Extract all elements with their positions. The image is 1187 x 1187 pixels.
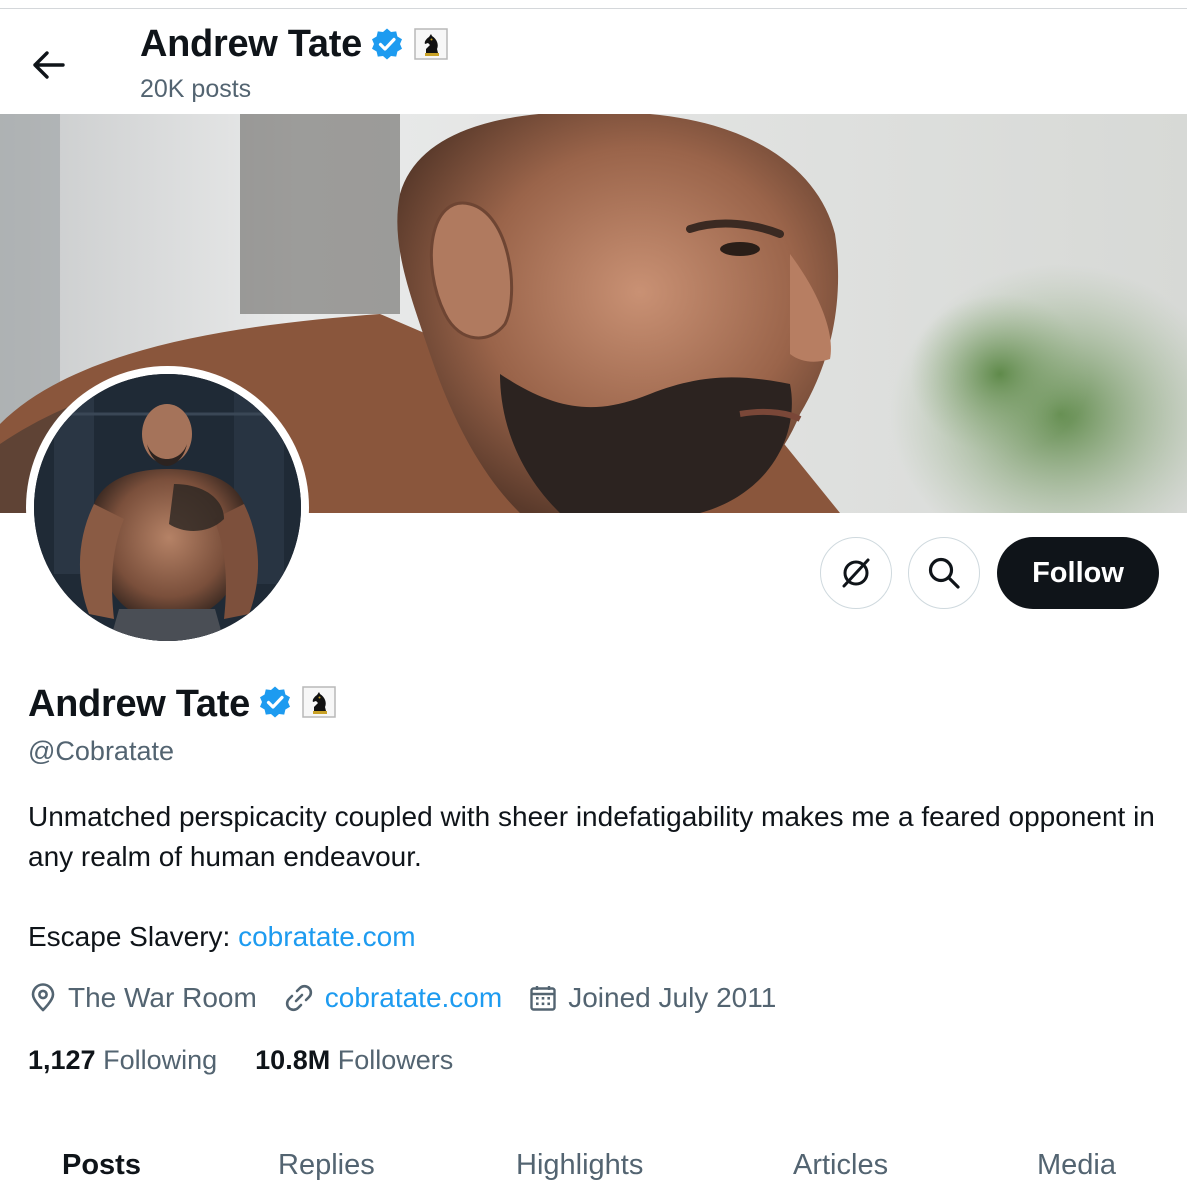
search-icon (928, 557, 960, 589)
tab-articles[interactable]: Articles (793, 1149, 888, 1182)
followers-stat[interactable]: 10.8M Followers (255, 1045, 453, 1076)
profile-header-bar: Andrew Tate 20K posts (0, 9, 1187, 114)
location-pin-icon (31, 983, 55, 1012)
avatar[interactable] (26, 366, 309, 649)
joined-item: Joined July 2011 (528, 982, 776, 1014)
bio-link[interactable]: cobratate.com (238, 921, 415, 952)
verified-badge-icon[interactable] (370, 27, 404, 66)
arrow-left-icon (33, 51, 65, 79)
location-item: The War Room (28, 982, 257, 1014)
chess-knight-icon[interactable] (302, 686, 336, 723)
profile-handle: @Cobratate (28, 736, 174, 766)
following-label: Following (103, 1045, 218, 1075)
location-text: The War Room (68, 982, 257, 1013)
verified-badge-icon[interactable] (258, 685, 292, 724)
bio-link-line: Escape Slavery: cobratate.com (28, 917, 416, 957)
following-count: 1,127 (28, 1045, 96, 1075)
back-button[interactable] (26, 43, 70, 87)
calendar-icon (530, 986, 556, 1011)
tab-replies[interactable]: Replies (278, 1149, 375, 1182)
profile-bio: Unmatched perspicacity coupled with shee… (28, 801, 1155, 872)
profile-display-name: Andrew Tate (28, 683, 250, 725)
website-item[interactable]: cobratate.com (283, 982, 502, 1014)
follow-stats: 1,127 Following 10.8M Followers (28, 1045, 491, 1076)
followers-count: 10.8M (255, 1045, 331, 1075)
chess-knight-icon[interactable] (414, 28, 448, 65)
following-stat[interactable]: 1,127 Following (28, 1045, 217, 1076)
follow-button[interactable]: Follow (997, 537, 1159, 609)
bio-link-prefix: Escape Slavery: (28, 921, 231, 952)
search-button[interactable] (908, 537, 980, 609)
website-link[interactable]: cobratate.com (325, 982, 502, 1014)
tab-posts[interactable]: Posts (62, 1149, 141, 1182)
profile-meta: The War Room cobratate.com Joined July 2… (28, 982, 802, 1014)
followers-label: Followers (337, 1045, 454, 1075)
header-display-name: Andrew Tate (140, 23, 362, 65)
header-title: Andrew Tate (140, 23, 448, 66)
tab-highlights[interactable]: Highlights (516, 1149, 643, 1182)
link-icon (285, 984, 312, 1012)
profile-tabs: Posts Replies Highlights Articles Media (0, 1145, 1187, 1187)
avatar-image (34, 374, 301, 641)
joined-text: Joined July 2011 (568, 982, 777, 1013)
grok-icon (842, 558, 870, 588)
header-post-count: 20K posts (140, 75, 252, 103)
profile-name-row: Andrew Tate (28, 683, 336, 726)
tab-media[interactable]: Media (1037, 1149, 1116, 1182)
grok-button[interactable] (820, 537, 892, 609)
